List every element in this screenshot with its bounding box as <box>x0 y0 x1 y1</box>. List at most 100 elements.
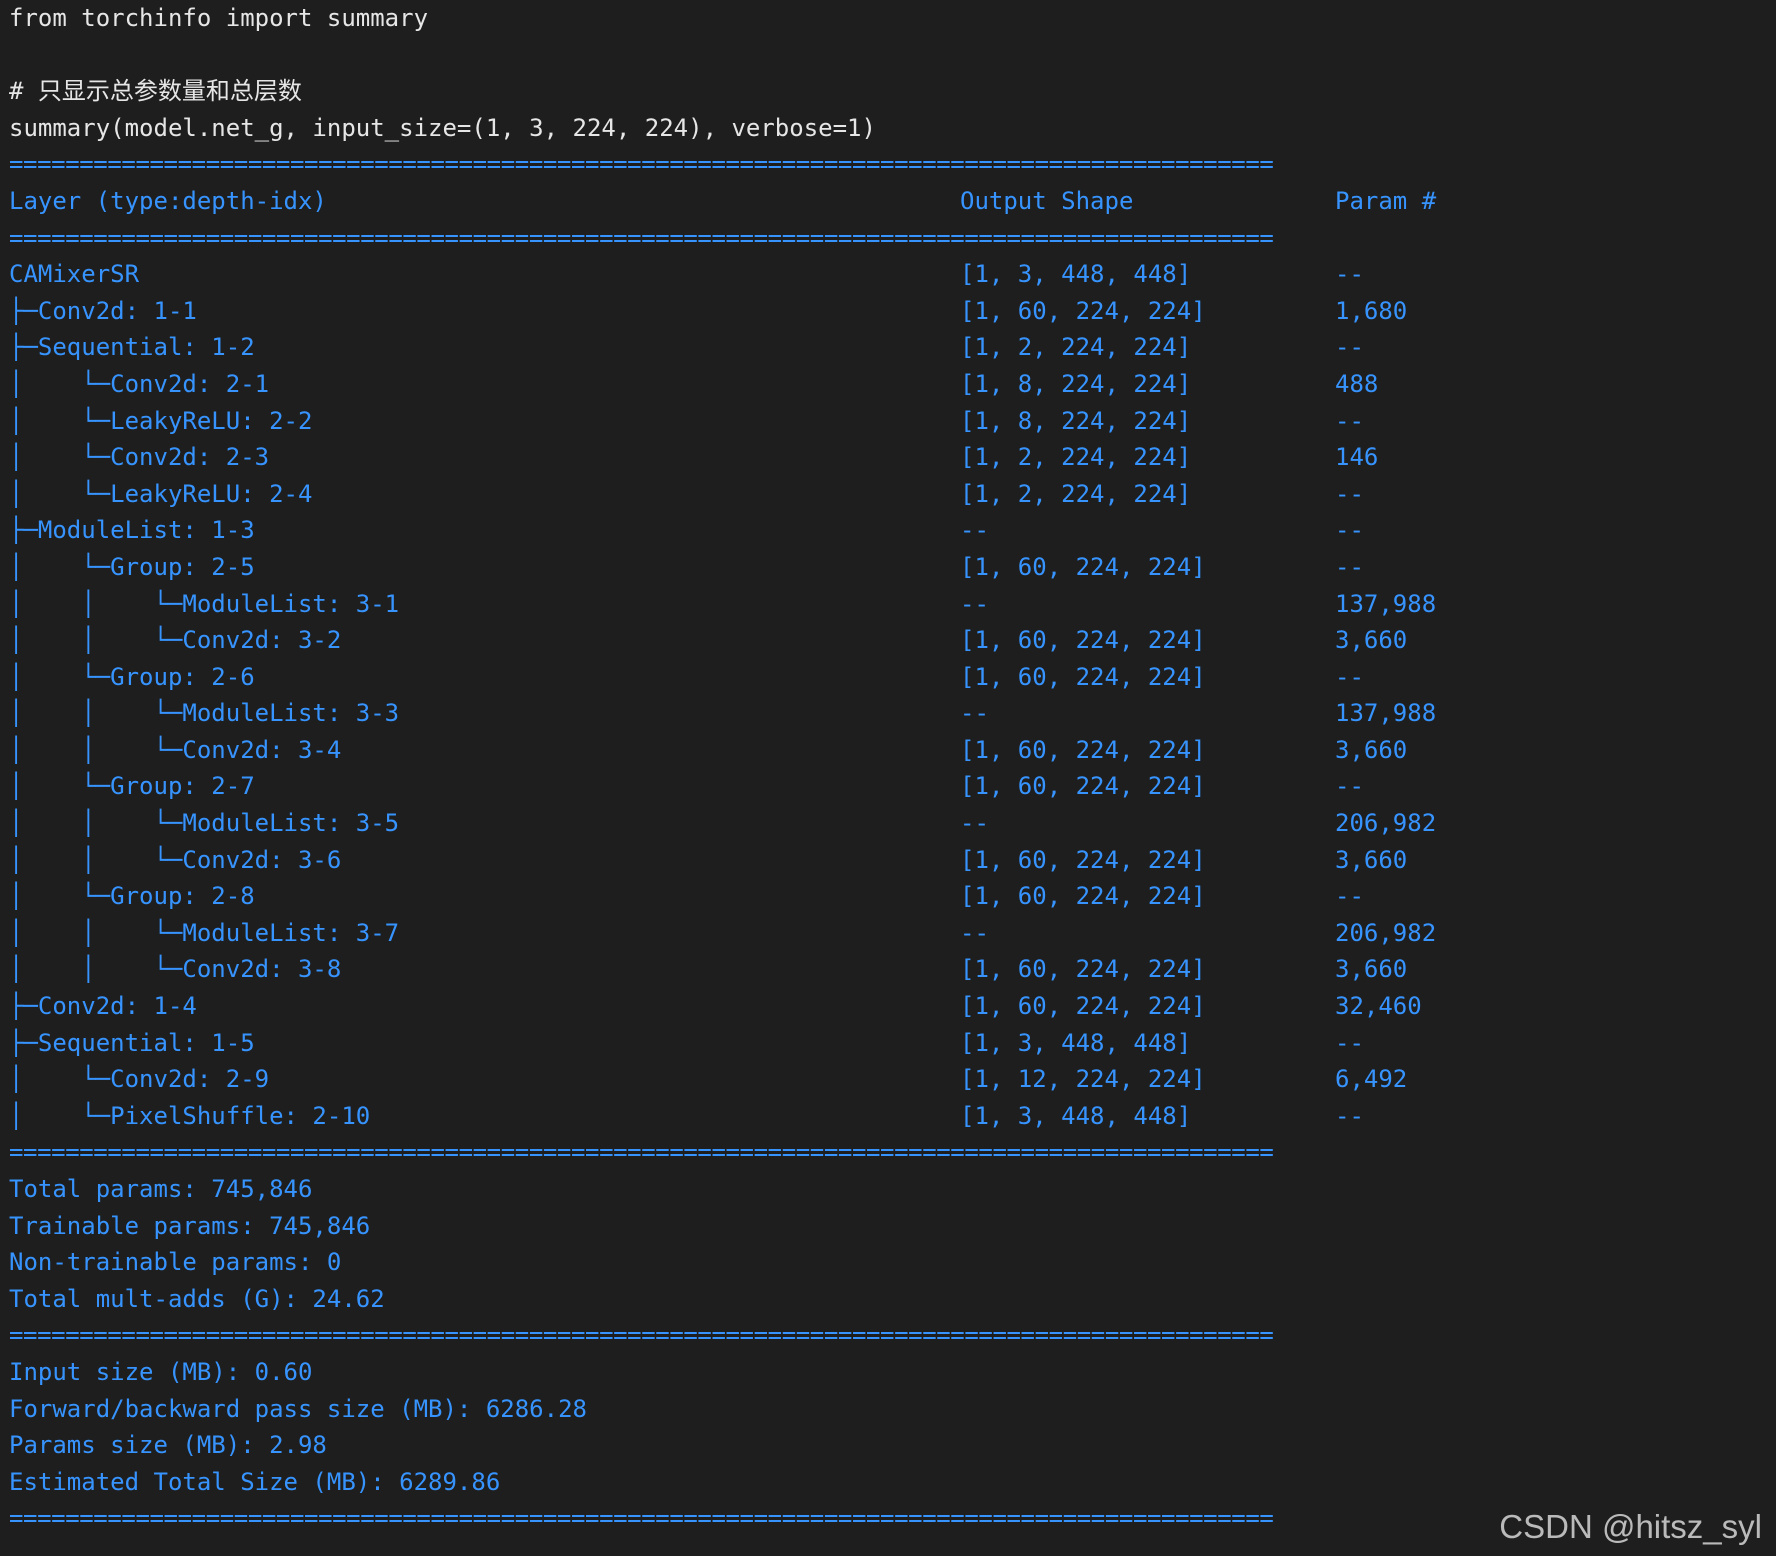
table-row: │ │ └─Conv2d: 3-8 [1, 60, 224, 224] 3,660 <box>9 951 1769 988</box>
table-row: │ │ └─ModuleList: 3-7 -- 206,982 <box>9 915 1769 952</box>
param-count-cell: -- <box>1335 552 1364 581</box>
table-row: │ │ └─ModuleList: 3-3 -- 137,988 <box>9 695 1769 732</box>
layer-name-cell: ├─ModuleList: 1-3 <box>9 516 255 545</box>
separator-header: ========================================… <box>9 223 1274 252</box>
layer-name-cell: │ └─Conv2d: 2-1 <box>9 369 270 398</box>
param-count-cell: -- <box>1335 772 1364 801</box>
layer-name-cell: ├─Conv2d: 1-4 <box>9 992 197 1021</box>
param-count-cell: -- <box>1335 662 1364 691</box>
table-row: CAMixerSR [1, 3, 448, 448] -- <box>9 256 1769 293</box>
layer-name-cell: ├─Conv2d: 1-1 <box>9 296 197 325</box>
output-shape-cell: [1, 12, 224, 224] <box>960 1065 1206 1094</box>
output-shape-cell: [1, 60, 224, 224] <box>960 772 1206 801</box>
output-shape-cell: [1, 8, 224, 224] <box>960 369 1192 398</box>
param-count-cell: -- <box>1335 516 1364 545</box>
total-params: Total params: 745,846 <box>9 1175 313 1203</box>
table-row: │ │ └─Conv2d: 3-2 [1, 60, 224, 224] 3,660 <box>9 622 1769 659</box>
param-count-cell: 3,660 <box>1335 735 1408 764</box>
param-count-cell: -- <box>1335 882 1364 911</box>
table-row: │ └─Conv2d: 2-1 [1, 8, 224, 224] 488 <box>9 366 1769 403</box>
layer-name-cell: │ └─Conv2d: 2-9 <box>9 1065 270 1094</box>
layer-name-cell: │ └─Conv2d: 2-3 <box>9 443 270 472</box>
layer-name-cell: │ │ └─Conv2d: 3-8 <box>9 955 342 984</box>
param-count-cell: 137,988 <box>1335 589 1437 618</box>
table-row: │ └─PixelShuffle: 2-10 [1, 3, 448, 448] -- <box>9 1098 1769 1135</box>
layer-name-cell: │ └─Group: 2-5 <box>9 552 255 581</box>
output-shape-cell: -- <box>960 589 989 618</box>
layer-name-cell: │ └─LeakyReLU: 2-4 <box>9 479 313 508</box>
output-shape-cell: -- <box>960 809 989 838</box>
param-count-cell: 206,982 <box>1335 918 1437 947</box>
param-count-cell: -- <box>1335 1101 1364 1130</box>
output-shape-cell: [1, 60, 224, 224] <box>960 882 1206 911</box>
output-shape-cell: [1, 60, 224, 224] <box>960 296 1206 325</box>
output-shape-cell: [1, 2, 224, 224] <box>960 443 1192 472</box>
input-size: Input size (MB): 0.60 <box>9 1357 313 1386</box>
table-row: ├─Sequential: 1-5 [1, 3, 448, 448] -- <box>9 1025 1769 1062</box>
output-shape-cell: [1, 3, 448, 448] <box>960 1101 1192 1130</box>
output-shape-cell: [1, 60, 224, 224] <box>960 845 1206 874</box>
layer-name-cell: │ │ └─Conv2d: 3-2 <box>9 626 342 655</box>
layer-name-cell: │ └─LeakyReLU: 2-2 <box>9 406 313 435</box>
table-row: ├─Conv2d: 1-1 [1, 60, 224, 224] 1,680 <box>9 293 1769 330</box>
output-shape-cell: [1, 8, 224, 224] <box>960 406 1192 435</box>
table-row: │ └─Group: 2-7 [1, 60, 224, 224] -- <box>9 768 1769 805</box>
import-code-line: from torchinfo import summary <box>9 4 429 32</box>
table-row: │ │ └─ModuleList: 3-1 -- 137,988 <box>9 586 1769 623</box>
param-count-cell: -- <box>1335 406 1364 435</box>
layer-name-cell: │ │ └─ModuleList: 3-5 <box>9 809 400 838</box>
summary-output: ========================================… <box>9 146 1769 1537</box>
param-count-cell: 3,660 <box>1335 626 1408 655</box>
table-row: │ └─Group: 2-6 [1, 60, 224, 224] -- <box>9 659 1769 696</box>
table-row: ├─Conv2d: 1-4 [1, 60, 224, 224] 32,460 <box>9 988 1769 1025</box>
table-row: │ │ └─ModuleList: 3-5 -- 206,982 <box>9 805 1769 842</box>
output-shape-cell: [1, 3, 448, 448] <box>960 1028 1192 1057</box>
header-layer: Layer (type:depth-idx) <box>9 186 327 215</box>
forward-backward-size: Forward/backward pass size (MB): 6286.28 <box>9 1394 587 1423</box>
summary-call-line: summary(model.net_g, input_size=(1, 3, 2… <box>9 113 876 142</box>
param-count-cell: -- <box>1335 479 1364 508</box>
table-row: ├─ModuleList: 1-3 -- -- <box>9 512 1769 549</box>
layer-name-cell: ├─Sequential: 1-2 <box>9 333 255 362</box>
layer-name-cell: │ └─Group: 2-6 <box>9 662 255 691</box>
param-count-cell: 1,680 <box>1335 296 1408 325</box>
table-row: ├─Sequential: 1-2 [1, 2, 224, 224] -- <box>9 329 1769 366</box>
output-shape-cell: [1, 60, 224, 224] <box>960 955 1206 984</box>
param-count-cell: -- <box>1335 1028 1364 1057</box>
layer-name-cell: CAMixerSR <box>9 260 140 289</box>
table-row: │ └─Group: 2-8 [1, 60, 224, 224] -- <box>9 878 1769 915</box>
output-shape-cell: [1, 60, 224, 224] <box>960 992 1206 1021</box>
layer-name-cell: │ │ └─ModuleList: 3-7 <box>9 918 400 947</box>
table-row: │ │ └─Conv2d: 3-6 [1, 60, 224, 224] 3,660 <box>9 842 1769 879</box>
param-count-cell: 32,460 <box>1335 992 1422 1021</box>
layer-name-cell: ├─Sequential: 1-5 <box>9 1028 255 1057</box>
param-count-cell: 146 <box>1335 443 1379 472</box>
notebook-cell: from torchinfo import summary # 只显示总参数量和… <box>9 0 1769 1537</box>
output-shape-cell: [1, 60, 224, 224] <box>960 662 1206 691</box>
layer-name-cell: │ └─Group: 2-8 <box>9 882 255 911</box>
layer-name-cell: │ └─Group: 2-7 <box>9 772 255 801</box>
separator-sizes: ========================================… <box>9 1321 1274 1350</box>
table-row: │ └─LeakyReLU: 2-2 [1, 8, 224, 224] -- <box>9 403 1769 440</box>
table-row: │ └─Conv2d: 2-9 [1, 12, 224, 224] 6,492 <box>9 1061 1769 1098</box>
param-count-cell: -- <box>1335 260 1364 289</box>
non-trainable-params: Non-trainable params: 0 <box>9 1248 342 1277</box>
output-shape-cell: -- <box>960 918 989 947</box>
table-row: │ │ └─Conv2d: 3-4 [1, 60, 224, 224] 3,660 <box>9 732 1769 769</box>
trainable-params: Trainable params: 745,846 <box>9 1211 371 1240</box>
param-count-cell: 206,982 <box>1335 809 1437 838</box>
layer-name-cell: │ └─PixelShuffle: 2-10 <box>9 1101 371 1130</box>
param-count-cell: 3,660 <box>1335 955 1408 984</box>
watermark: CSDN @hitsz_syl <box>1499 1508 1762 1545</box>
output-shape-cell: [1, 60, 224, 224] <box>960 552 1206 581</box>
table-row: │ └─Conv2d: 2-3 [1, 2, 224, 224] 146 <box>9 439 1769 476</box>
layer-name-cell: │ │ └─Conv2d: 3-6 <box>9 845 342 874</box>
output-shape-cell: -- <box>960 516 989 545</box>
table-header: Layer (type:depth-idx) Output Shape Para… <box>9 183 1769 220</box>
param-count-cell: -- <box>1335 333 1364 362</box>
layer-name-cell: │ │ └─ModuleList: 3-1 <box>9 589 400 618</box>
separator-top: ========================================… <box>9 150 1274 179</box>
estimated-total-size: Estimated Total Size (MB): 6289.86 <box>9 1467 501 1496</box>
header-output-shape: Output Shape <box>960 186 1134 215</box>
